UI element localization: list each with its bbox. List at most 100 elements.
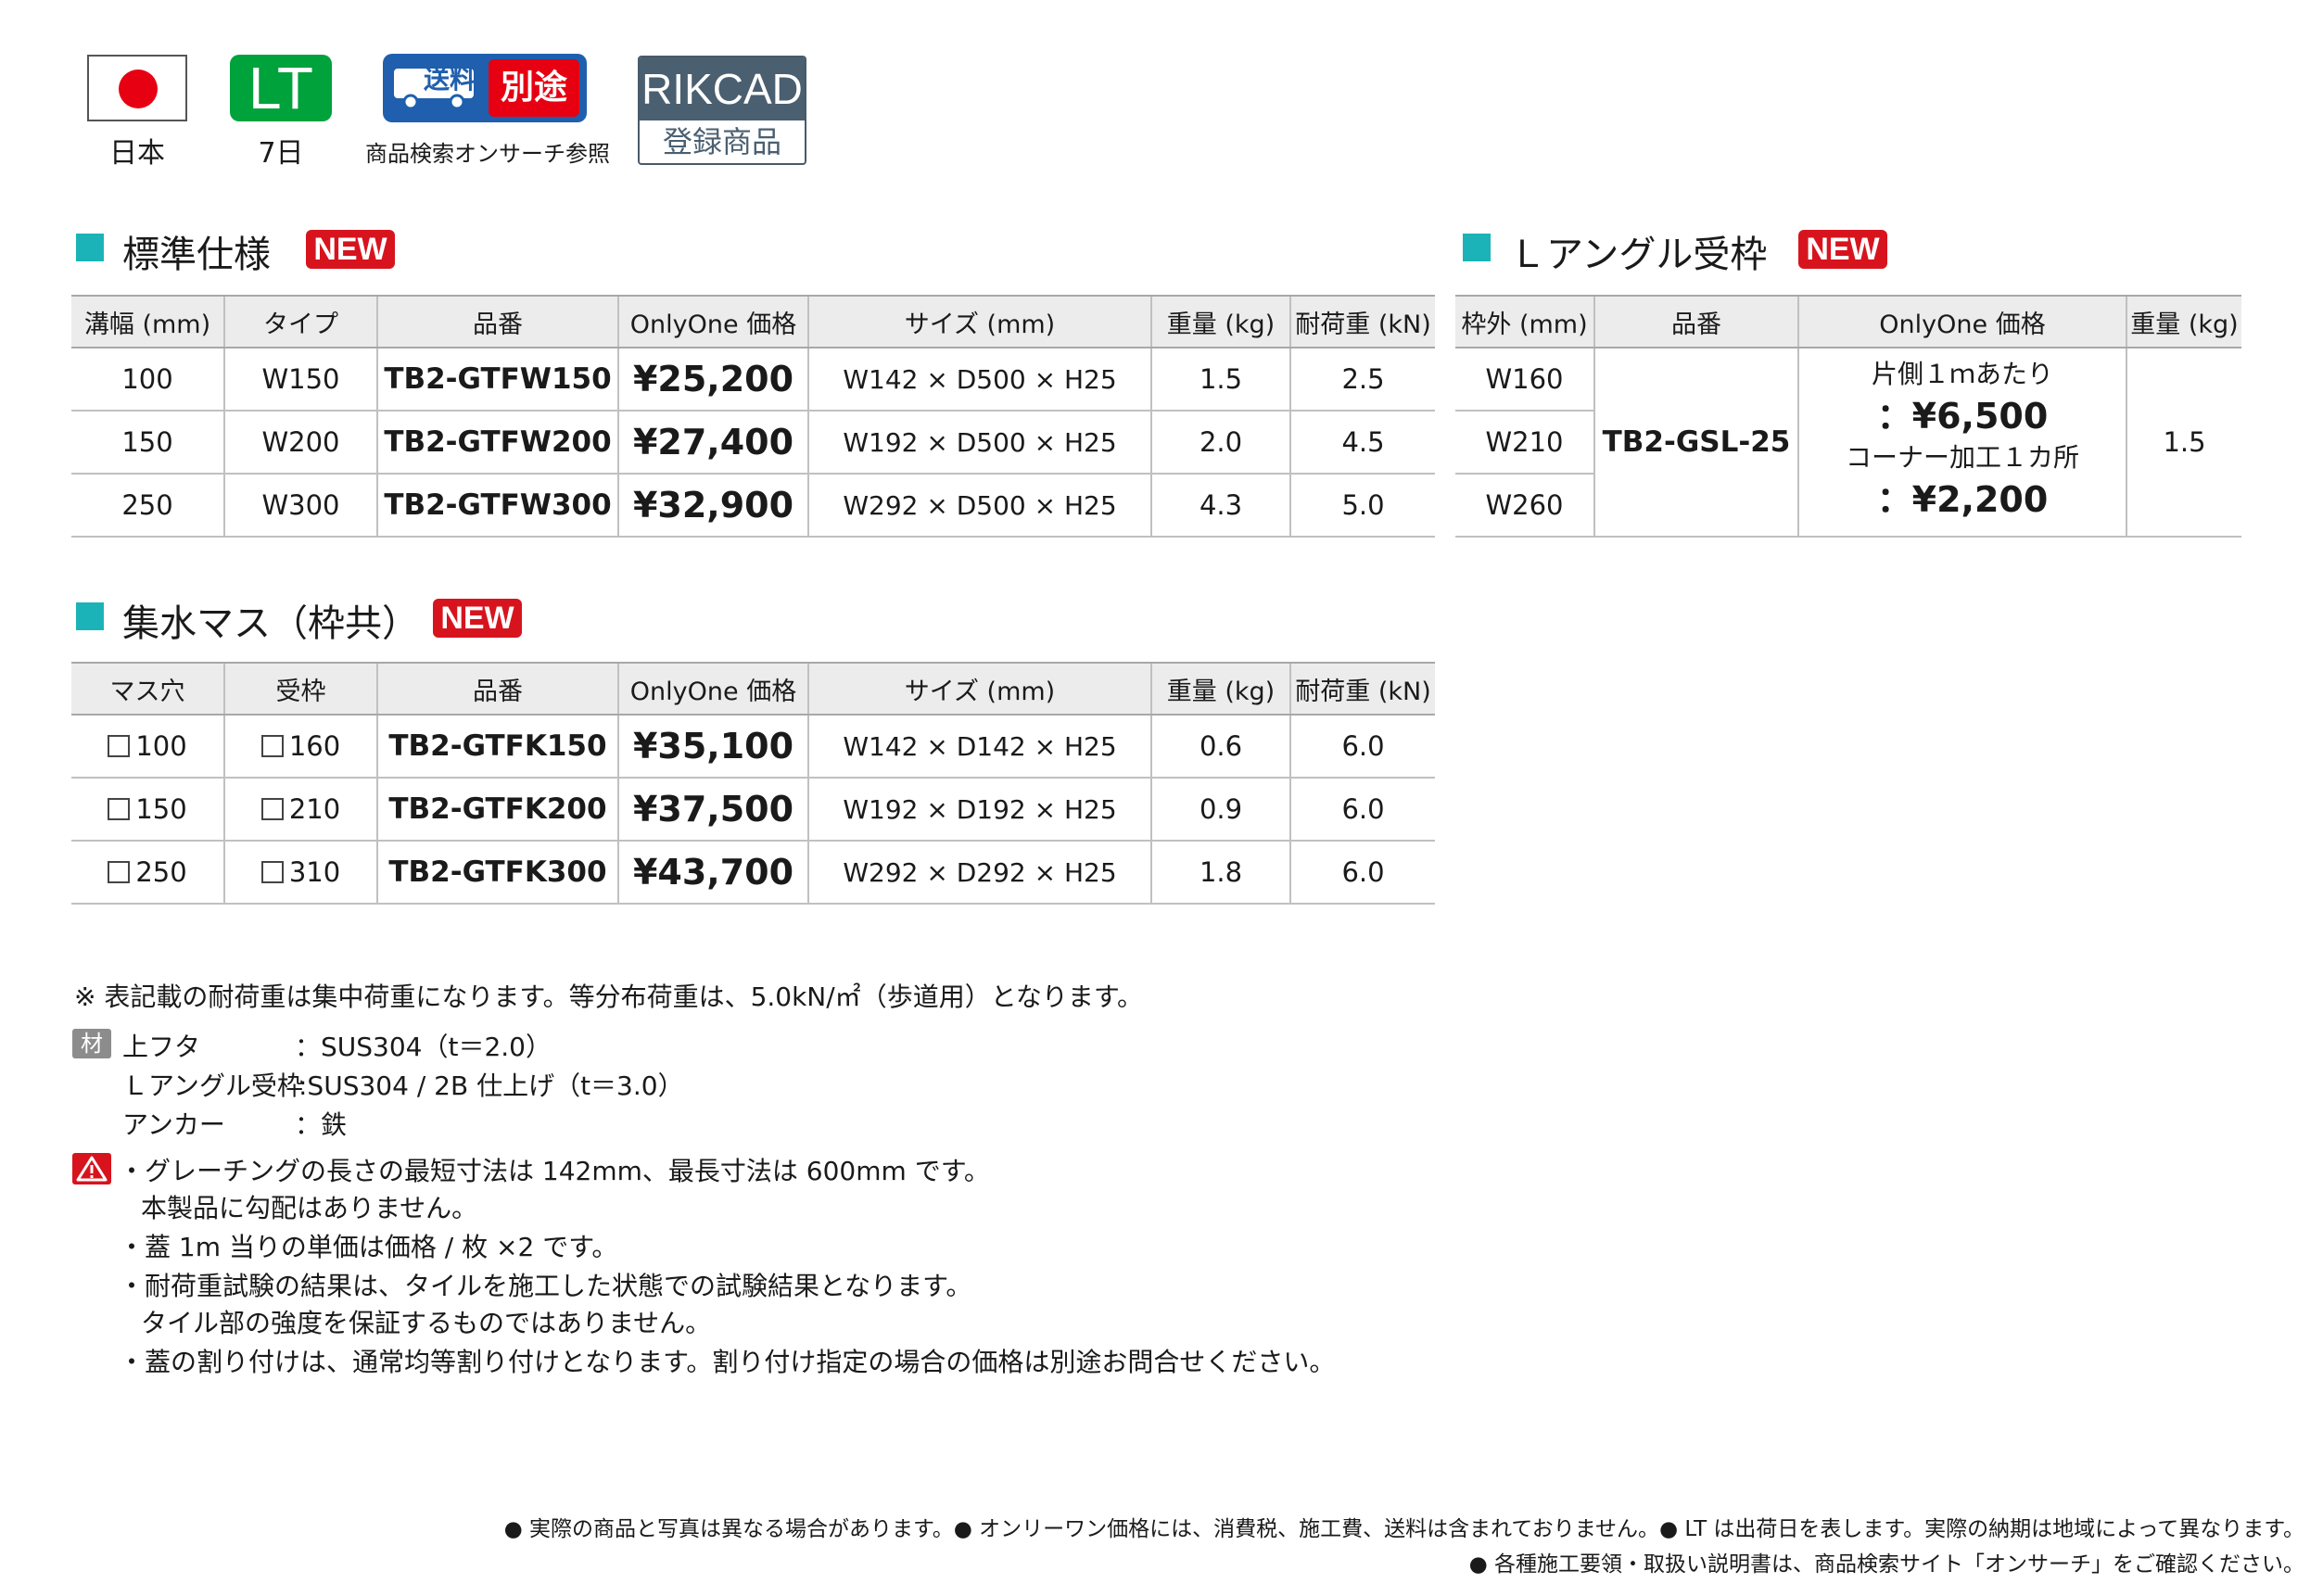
product-code-cell: TB2-GTFW300 [376, 474, 618, 538]
square-symbol-icon [260, 798, 284, 820]
size-cell: W192 × D500 × H25 [807, 411, 1151, 475]
material-name: アンカー [122, 1109, 225, 1140]
table-row: 150 210 TB2-GTFK200 ¥37,500 W192 × D192 … [71, 778, 1435, 842]
product-code-cell: TB2-GTFK300 [376, 841, 618, 905]
product-code-cell: TB2-GSL-25 [1593, 348, 1798, 538]
square-symbol-icon [260, 735, 284, 757]
section-marker-icon [76, 602, 104, 630]
basin-hole-value: 250 [135, 856, 187, 888]
material-name: 上フタ [122, 1032, 201, 1062]
price-cell: ¥43,700 [617, 841, 808, 905]
price-cell: ¥27,400 [617, 411, 808, 475]
size-cell: W292 × D292 × H25 [807, 841, 1151, 905]
table-header-row: マス穴 受枠 品番 OnlyOne 価格 サイズ (mm) 重量 (kg) 耐荷… [71, 662, 1435, 716]
warning-item: ・耐荷重試験の結果は、タイルを施工した状態での試験結果となります。 [119, 1271, 972, 1301]
material-icon: 材質 [72, 1029, 111, 1086]
column-header: 重量 (kg) [1150, 662, 1290, 716]
load-capacity-cell: 5.0 [1289, 474, 1435, 538]
load-note: ※ 表記載の耐荷重は集中荷重になります。等分布荷重は、5.0kN/㎡（歩道用）と… [74, 982, 1144, 1012]
standard-section-title: 標準仕様 [122, 234, 271, 276]
frame-cell: 160 [223, 715, 377, 779]
column-header: サイズ (mm) [807, 295, 1151, 348]
square-symbol-icon [108, 861, 131, 883]
angle-section-title: Ｌアングル受枠 [1509, 234, 1768, 276]
column-header: OnlyOne 価格 [617, 662, 808, 716]
basin-hole-value: 100 [135, 730, 187, 762]
material-value: :SUS304 / 2B 仕上げ（t＝3.0） [298, 1070, 684, 1101]
catch-basin-section-title: 集水マス（枠共） [122, 602, 419, 645]
table-row: 250 W300 TB2-GTFW300 ¥32,900 W292 × D500… [71, 474, 1435, 538]
column-header: 品番 [376, 662, 618, 716]
groove-width-cell: 250 [71, 474, 224, 538]
origin-caption: 日本 [109, 137, 165, 170]
square-symbol-icon [108, 735, 131, 757]
angle-frame-table: 枠外 (mm) 品番 OnlyOne 価格 重量 (kg) W160 TB2-G… [1455, 295, 2241, 538]
new-badge: NEW [306, 230, 395, 269]
weight-cell: 1.5 [1150, 348, 1290, 412]
footer-guide-note: ● 各種施工要領・取扱い説明書は、商品検索サイト「オンサーチ」をご確認ください。 [1468, 1552, 2304, 1577]
groove-width-cell: 150 [71, 411, 224, 475]
weight-cell: 1.5 [2126, 348, 2241, 538]
price-per-meter-label: 片側１ｍあたり [1871, 359, 2053, 389]
outer-size-cell: W210 [1455, 411, 1594, 475]
price-cell: ¥35,100 [617, 715, 808, 779]
size-cell: W142 × D142 × H25 [807, 715, 1151, 779]
frame-cell: 210 [223, 778, 377, 842]
column-header: 耐荷重 (kN) [1289, 662, 1435, 716]
frame-value: 210 [288, 793, 341, 825]
section-marker-icon [1463, 234, 1491, 261]
material-value: ：SUS304（t＝2.0） [295, 1032, 552, 1062]
column-header: 枠外 (mm) [1455, 295, 1594, 348]
table-row: 100 160 TB2-GTFK150 ¥35,100 W142 × D142 … [71, 715, 1435, 779]
size-cell: W142 × D500 × H25 [807, 348, 1151, 412]
catch-basin-table: マス穴 受枠 品番 OnlyOne 価格 サイズ (mm) 重量 (kg) 耐荷… [71, 662, 1435, 905]
column-header: マス穴 [71, 662, 224, 716]
warning-item: ・蓋 1m 当りの単価は価格 / 枚 ×2 です。 [119, 1232, 618, 1262]
warning-item: タイル部の強度を保証するものではありません。 [141, 1308, 712, 1338]
basin-hole-cell: 250 [71, 841, 224, 905]
column-header: 受枠 [223, 662, 377, 716]
product-code-cell: TB2-GTFW150 [376, 348, 618, 412]
price-cell: ¥25,200 [617, 348, 808, 412]
column-header: OnlyOne 価格 [617, 295, 808, 348]
column-header: サイズ (mm) [807, 662, 1151, 716]
weight-cell: 0.9 [1150, 778, 1290, 842]
footer-disclaimer: ● 実際の商品と写真は異なる場合があります。● オンリーワン価格には、消費税、施… [503, 1517, 2304, 1541]
price-per-meter-value: ：¥6,500 [1876, 396, 2049, 437]
warning-icon [72, 1153, 111, 1184]
weight-cell: 0.6 [1150, 715, 1290, 779]
load-capacity-cell: 6.0 [1289, 715, 1435, 779]
weight-cell: 2.0 [1150, 411, 1290, 475]
frame-value: 310 [288, 856, 341, 888]
basin-hole-value: 150 [135, 793, 187, 825]
section-marker-icon [76, 234, 104, 261]
type-cell: W300 [223, 474, 377, 538]
warning-item: ・蓋の割り付けは、通常均等割り付けとなります。割り付け指定の場合の価格は別途お問… [119, 1347, 1336, 1377]
outer-size-cell: W260 [1455, 474, 1594, 538]
basin-hole-cell: 150 [71, 778, 224, 842]
table-row: W160 TB2-GSL-25 片側１ｍあたり ：¥6,500 コーナー加工１カ… [1455, 348, 2241, 538]
lead-time-badge: LT [230, 55, 332, 121]
rikcad-badge: RIKCAD 登録商品 [638, 56, 806, 165]
load-capacity-cell: 4.5 [1289, 411, 1435, 475]
shipping-label: 送料 [424, 64, 476, 95]
material-name: Ｌアングル受枠 [122, 1070, 303, 1101]
type-cell: W200 [223, 411, 377, 475]
frame-cell: 310 [223, 841, 377, 905]
shipping-badge: 送料 別途 [383, 54, 587, 122]
column-header: タイプ [223, 295, 377, 348]
column-header: 品番 [1593, 295, 1798, 348]
price-cell: 片側１ｍあたり ：¥6,500 コーナー加工１カ所 ：¥2,200 [1797, 348, 2126, 538]
new-badge: NEW [1798, 230, 1887, 269]
column-header: 耐荷重 (kN) [1289, 295, 1435, 348]
square-symbol-icon [108, 798, 131, 820]
size-cell: W192 × D192 × H25 [807, 778, 1151, 842]
table-row: 250 310 TB2-GTFK300 ¥43,700 W292 × D292 … [71, 841, 1435, 905]
shipping-caption: 商品検索オンサーチ参照 [365, 141, 610, 167]
weight-cell: 1.8 [1150, 841, 1290, 905]
column-header: OnlyOne 価格 [1797, 295, 2126, 348]
shipping-separate-label: 別途 [489, 59, 579, 117]
price-cell: ¥37,500 [617, 778, 808, 842]
load-capacity-cell: 2.5 [1289, 348, 1435, 412]
warning-item: 本製品に勾配はありません。 [141, 1193, 478, 1223]
